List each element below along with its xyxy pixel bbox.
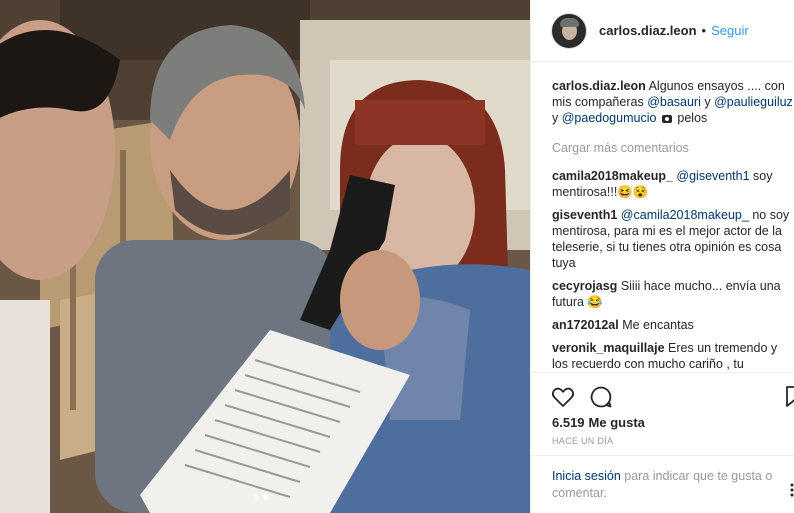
comment-username[interactable]: cecyrojasg [552, 279, 617, 293]
avatar[interactable] [551, 12, 587, 49]
comment-mention[interactable]: @giseventh1 [676, 169, 749, 183]
heart-icon[interactable] [551, 385, 575, 409]
photo-illustration [0, 0, 530, 513]
avatar-hair [560, 17, 579, 27]
carousel-dot-active [263, 494, 269, 500]
login-prompt: Inicia sesión para indicar que te gusta … [531, 455, 794, 513]
caption-mention[interactable]: @basauri [647, 95, 701, 109]
comment: giseventh1 @camila2018makeup_ no soy men… [552, 207, 794, 271]
comment-icon[interactable] [589, 385, 613, 409]
caption-mention[interactable]: @paedogumucio [562, 111, 657, 125]
more-options-icon[interactable] [789, 483, 794, 497]
camera-icon [661, 115, 672, 123]
post-header: carlos.diaz.leon • Seguir [531, 0, 794, 62]
caption-conjunction: y [704, 95, 711, 109]
comment: an172012al Me encantas [552, 317, 794, 333]
carousel-indicator [253, 494, 269, 500]
caption: carlos.diaz.leon Algunos ensayos .... co… [552, 78, 794, 126]
load-more-comments[interactable]: Cargar más comentarios [552, 140, 794, 156]
comment: cecyrojasg Siiii hace mucho... envía una… [552, 278, 794, 310]
post-timestamp: HACE UN DÍA [552, 436, 614, 446]
comment: veronik_maquillaje Eres un tremendo y lo… [552, 340, 794, 372]
comment-mention[interactable]: @camila2018makeup_ [621, 208, 749, 222]
comment-username[interactable]: an172012al [552, 318, 619, 332]
caption-username[interactable]: carlos.diaz.leon [552, 79, 646, 93]
comment: camila2018makeup_ @giseventh1 soy mentir… [552, 168, 794, 200]
likes-number: 6.519 [552, 415, 585, 430]
comment-username[interactable]: giseventh1 [552, 208, 617, 222]
caption-text: pelos [677, 111, 708, 125]
likes-count[interactable]: 6.519 Me gusta [552, 415, 645, 430]
comments-section[interactable]: carlos.diaz.leon Algunos ensayos .... co… [552, 78, 794, 372]
comment-username[interactable]: camila2018makeup_ [552, 169, 673, 183]
carousel-dot [253, 494, 259, 500]
header-separator: • [701, 23, 707, 38]
follow-button[interactable]: Seguir [711, 23, 749, 38]
comment-username[interactable]: veronik_maquillaje [552, 341, 665, 355]
post-sidebar: carlos.diaz.leon • Seguir carlos.diaz.le… [530, 0, 794, 513]
bookmark-icon[interactable] [785, 385, 794, 409]
caption-mention[interactable]: @paulieguiluz [714, 95, 793, 109]
login-link[interactable]: Inicia sesión [552, 469, 621, 483]
likes-label: Me gusta [588, 415, 645, 430]
comment-text: Me encantas [622, 318, 694, 332]
caption-conjunction: y [552, 111, 559, 125]
post-actions: 6.519 Me gusta HACE UN DÍA [531, 372, 794, 452]
post-photo[interactable] [0, 0, 530, 513]
header-username[interactable]: carlos.diaz.leon [599, 23, 697, 38]
action-icons [551, 385, 613, 409]
